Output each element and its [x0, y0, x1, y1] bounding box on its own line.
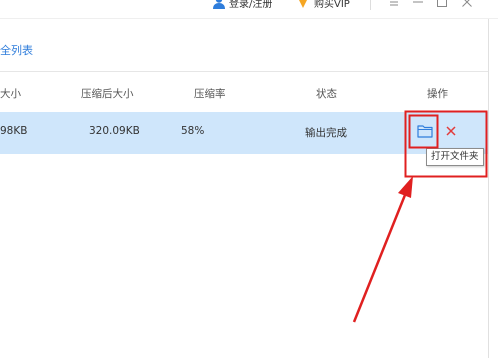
close-icon — [462, 0, 472, 7]
column-header-status: 状态 — [316, 88, 337, 100]
delete-button[interactable] — [443, 123, 459, 139]
annotation-overlay — [352, 110, 488, 323]
user-icon — [213, 0, 225, 9]
cell-ratio: 58% — [181, 125, 205, 137]
buy-vip-label: 购买VIP — [314, 0, 350, 10]
delete-icon — [446, 126, 456, 136]
title-bar: 登录/注册 购买VIP — [0, 0, 498, 14]
annotation-arrow-head — [398, 176, 413, 198]
cell-status: 输出完成 — [305, 127, 347, 139]
table-header: 大小 压缩后大小 压缩率 状态 操作 — [0, 72, 488, 112]
minimize-button[interactable] — [411, 0, 425, 8]
app-window: 登录/注册 购买VIP 全列表 大小 压缩后大小 压缩率 状态 操作 98KB … — [0, 0, 498, 358]
column-header-size: 大小 — [0, 88, 21, 100]
menu-button[interactable] — [387, 0, 401, 8]
title-bar-separator — [0, 18, 498, 19]
login-register-button[interactable]: 登录/注册 — [212, 0, 272, 10]
login-register-label: 登录/注册 — [229, 0, 273, 10]
maximize-button[interactable] — [435, 0, 449, 8]
list-link[interactable]: 全列表 — [0, 42, 33, 58]
column-header-ratio: 压缩率 — [194, 88, 226, 100]
folder-icon — [417, 125, 433, 138]
buy-vip-button[interactable]: 购买VIP — [296, 0, 350, 10]
table-row[interactable]: 98KB 320.09KB 58% 输出完成 — [0, 112, 488, 154]
vip-icon — [299, 0, 307, 8]
close-button[interactable] — [460, 0, 474, 8]
open-folder-button[interactable] — [416, 122, 434, 140]
maximize-icon — [437, 0, 447, 7]
annotation-arrow-line — [352, 189, 409, 323]
minimize-icon — [413, 1, 423, 3]
menu-icon — [390, 1, 398, 6]
column-header-ops: 操作 — [427, 88, 448, 100]
column-header-after-size: 压缩后大小 — [81, 88, 134, 100]
pane-border — [488, 19, 489, 358]
open-folder-tooltip: 打开文件夹 — [426, 148, 484, 166]
cell-after-size: 320.09KB — [89, 125, 140, 137]
window-controls-divider — [370, 0, 371, 10]
cell-size: 98KB — [0, 125, 28, 137]
